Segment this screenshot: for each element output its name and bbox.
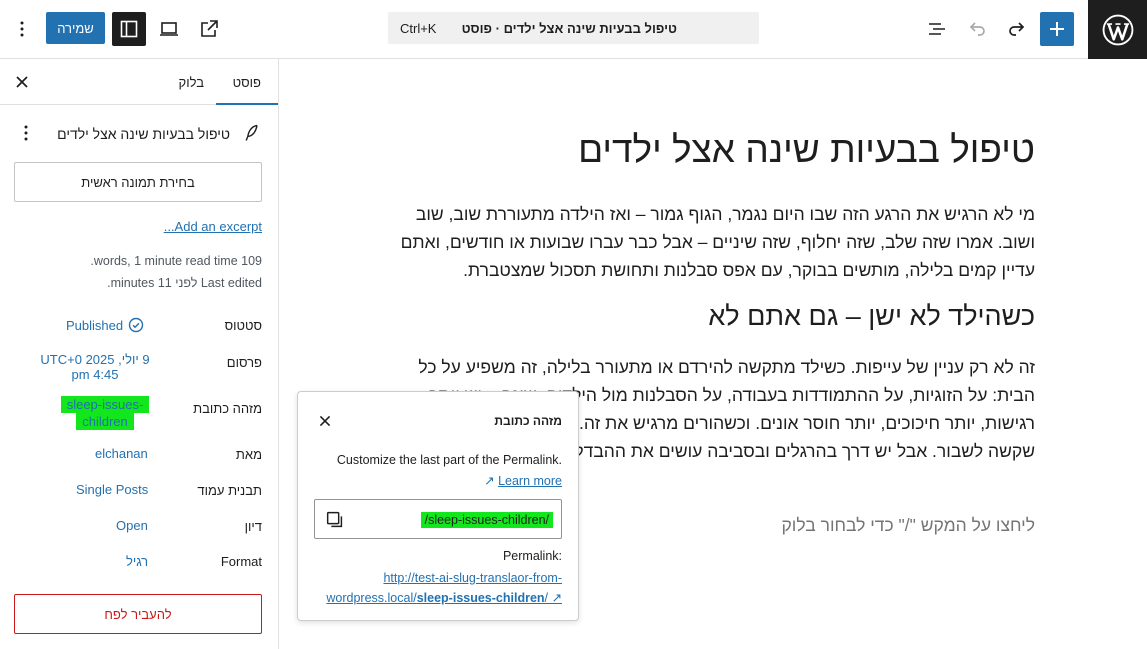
preview-button[interactable] (152, 12, 186, 46)
copy-icon[interactable] (324, 509, 346, 531)
template-value[interactable]: Single Posts (76, 482, 148, 497)
sidebar-tabs: פוסט בלוק (0, 59, 278, 105)
wordpress-icon (1102, 14, 1133, 45)
format-value[interactable]: רגיל (126, 554, 148, 569)
vertical-dots-icon[interactable] (16, 121, 36, 145)
document-overview-icon (929, 23, 945, 35)
plus-icon (1050, 22, 1064, 36)
permalink-link[interactable]: http://test-ai-slug-translaor-from-wordp… (314, 568, 562, 608)
settings-sidebar: פוסט בלוק טיפול בבעיות שינה אצל ילדים בח… (0, 59, 279, 649)
redo-icon (1009, 22, 1025, 36)
popover-description: Customize the last part of the Permalink… (336, 453, 562, 488)
close-icon[interactable] (10, 70, 34, 94)
post-title-summary: טיפול בבעיות שינה אצל ילדים (57, 126, 230, 142)
laptop-preview-icon (160, 22, 178, 36)
template-label: תבנית עמוד (197, 483, 262, 498)
status-value[interactable]: Published (66, 317, 144, 333)
command-palette-button[interactable]: טיפול בבעיות שינה אצל ילדים · פוסט Ctrl+… (388, 12, 759, 44)
slug-value[interactable]: sleep-issues- children (40, 396, 170, 430)
external-link-icon: ↗ (484, 474, 499, 488)
publish-date-value[interactable]: 9 יולי, 2025 UTC+0 4:45 pm (40, 352, 150, 382)
external-link-icon (201, 20, 218, 37)
close-icon[interactable] (314, 410, 336, 432)
add-block-button[interactable] (1040, 12, 1074, 46)
author-label: מאת (235, 447, 262, 462)
undo-icon (969, 22, 985, 36)
tab-block[interactable]: בלוק (179, 75, 204, 90)
sidebar-toggle-icon (120, 20, 138, 38)
command-title: טיפול בבעיות שינה אצל ילדים · פוסט (461, 21, 677, 36)
block-appender-placeholder[interactable]: ליחצו על המקש "/" כדי לבחור בלוק (781, 515, 1035, 536)
word-count-info: 109 words, 1 minute read time. (90, 254, 262, 268)
settings-sidebar-toggle[interactable] (112, 12, 146, 46)
active-tab-indicator (216, 103, 278, 105)
vertical-dots-icon (20, 21, 24, 37)
paragraph-block[interactable]: מי לא הרגיש את הרגע הזה שבו היום נגמר, ה… (385, 200, 1035, 284)
post-title-block[interactable]: טיפול בבעיות שינה אצל ילדים (574, 129, 1045, 171)
add-excerpt-link[interactable]: Add an excerpt... (164, 219, 262, 234)
slug-input-value: /sleep-issues-children/ (420, 512, 553, 528)
slug-popover: מזהה כתובת Customize the last part of th… (297, 391, 579, 621)
editor-header: טיפול בבעיות שינה אצל ילדים · פוסט Ctrl+… (0, 0, 1147, 59)
tab-post[interactable]: פוסט (233, 75, 261, 90)
author-value[interactable]: elchanan (95, 446, 148, 461)
redo-button[interactable] (1000, 12, 1034, 46)
post-summary-header: טיפול בבעיות שינה אצל ילדים (16, 121, 262, 147)
external-link-icon: ↗ (551, 591, 562, 605)
undo-button[interactable] (960, 12, 994, 46)
command-shortcut: Ctrl+K (400, 21, 437, 36)
document-overview-button[interactable] (920, 12, 954, 46)
heading-block[interactable]: כשהילד לא ישן – גם אתם לא (708, 301, 1035, 332)
permalink-label: Permalink: (502, 549, 562, 563)
last-edited-info: Last edited לפני 11 minutes. (107, 276, 262, 290)
slug-input[interactable]: /sleep-issues-children/ (314, 499, 562, 539)
publish-label: פרסום (226, 355, 262, 370)
slug-label: מזהה כתובת (193, 401, 262, 416)
popover-title: מזהה כתובת (494, 414, 562, 428)
wordpress-logo-button[interactable] (1088, 0, 1147, 59)
format-label: Format (220, 554, 262, 569)
discussion-value[interactable]: Open (116, 518, 148, 533)
published-check-icon (128, 317, 144, 333)
set-featured-image-button[interactable]: בחירת תמונה ראשית (14, 162, 262, 202)
options-menu-button[interactable] (5, 12, 39, 46)
status-label: סטטוס (224, 318, 262, 333)
view-post-button[interactable] (192, 12, 226, 46)
discussion-label: דיון (244, 519, 262, 534)
post-feather-icon (245, 124, 258, 141)
save-button[interactable]: שמירה (46, 12, 105, 44)
learn-more-link[interactable]: Learn more (498, 474, 562, 488)
move-to-trash-button[interactable]: להעביר לפח (14, 594, 262, 634)
